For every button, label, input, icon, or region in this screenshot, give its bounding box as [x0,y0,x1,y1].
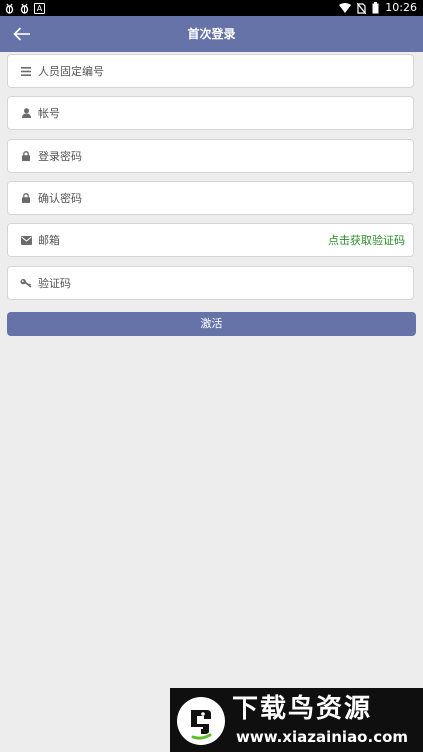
no-sim-icon [357,2,367,14]
verify-code-input[interactable] [38,268,413,298]
bird-logo-icon [177,697,225,745]
watermark-url: www.xiazainiao.com [236,728,409,746]
user-icon [20,108,32,118]
fixed-id-input[interactable] [38,56,413,86]
email-row: 点击获取验证码 [7,223,414,257]
wifi-icon [339,3,352,13]
page-title: 首次登录 [187,27,236,41]
fixed-id-row [7,54,414,88]
bug-icon [20,3,29,14]
verify-code-row [7,266,414,300]
watermark-banner: 下载鸟资源 www.xiazainiao.com [170,688,423,752]
status-left-icons: A [4,0,45,16]
envelope-icon [20,235,32,245]
account-input[interactable] [38,98,413,128]
status-right-icons: 10:26 [339,0,417,16]
battery-icon [372,2,379,14]
notification-a-icon: A [34,2,45,14]
key-icon [20,278,32,288]
confirm-password-input[interactable] [38,183,413,213]
watermark-title: 下载鸟资源 [232,694,373,724]
account-row [7,96,414,130]
lock-icon [20,193,32,203]
app-header: 首次登录 [0,16,423,52]
list-icon [20,66,32,76]
activate-button[interactable]: 激活 [7,312,416,336]
status-bar: A 10:26 [0,0,423,16]
get-code-link[interactable]: 点击获取验证码 [328,232,405,248]
clock-time: 10:26 [385,1,417,14]
bug-icon [5,3,14,14]
email-input[interactable] [38,225,328,255]
login-password-input[interactable] [38,141,413,171]
confirm-password-row [7,181,414,215]
lock-icon [20,151,32,161]
login-password-row [7,139,414,173]
